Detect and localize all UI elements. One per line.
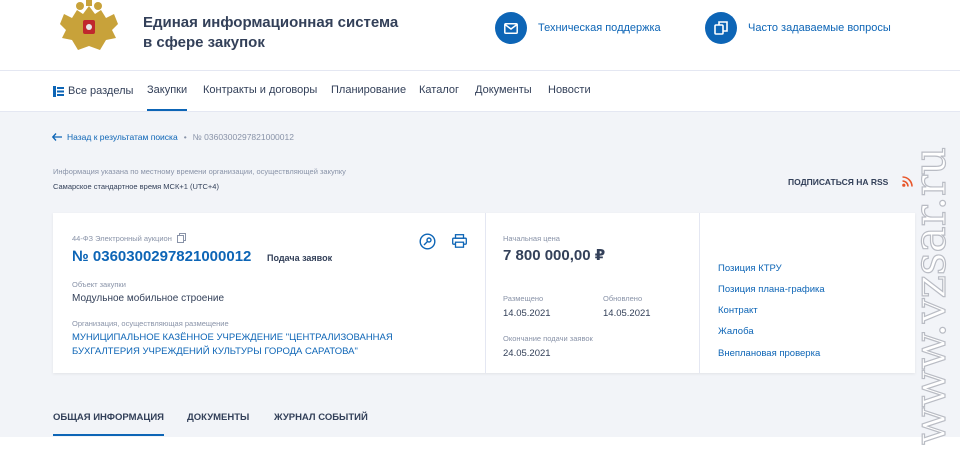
law-type: 44-ФЗ Электронный аукцион: [72, 233, 186, 243]
price-label: Начальная цена: [503, 234, 560, 243]
unscheduled-inspection-link[interactable]: Внеплановая проверка: [718, 348, 820, 359]
faq-button[interactable]: Часто задаваемые вопросы: [705, 12, 891, 44]
faq-label: Часто задаваемые вопросы: [748, 22, 891, 34]
contract-link[interactable]: Контракт: [718, 305, 758, 316]
system-title: Единая информационная система в сфере за…: [143, 13, 403, 53]
tab-event-log[interactable]: ЖУРНАЛ СОБЫТИЙ: [274, 412, 368, 436]
site-header: Единая информационная система в сфере за…: [0, 0, 960, 70]
tab-general-info[interactable]: ОБЩАЯ ИНФОРМАЦИЯ: [53, 412, 164, 436]
price-value: 7 800 000,00 ₽: [503, 247, 606, 264]
complaint-link[interactable]: Жалоба: [718, 326, 754, 337]
nav-all-sections-label: Все разделы: [68, 85, 134, 97]
ktru-position-link[interactable]: Позиция КТРУ: [718, 263, 782, 274]
object-value: Модульное мобильное строение: [72, 293, 225, 304]
coat-of-arms-logo[interactable]: [50, 0, 128, 52]
sections-icon: [53, 85, 64, 97]
rss-subscribe-link[interactable]: ПОДПИСАТЬСЯ НА RSS: [788, 176, 914, 187]
purchase-main-info: 44-ФЗ Электронный аукцион № 036030029782…: [53, 213, 486, 373]
back-to-results-link[interactable]: Назад к результатам поиска: [52, 132, 178, 142]
breadcrumb-separator: •: [183, 132, 187, 142]
content-area-bottom: [0, 437, 960, 461]
back-label: Назад к результатам поиска: [67, 132, 178, 142]
breadcrumb: Назад к результатам поиска • № 036030029…: [52, 132, 294, 142]
law-type-label: 44-ФЗ Электронный аукцион: [72, 233, 172, 243]
price-and-dates: Начальная цена 7 800 000,00 ₽ Размещено …: [485, 213, 700, 373]
nav-news[interactable]: Новости: [548, 71, 591, 111]
support-label: Техническая поддержка: [538, 22, 661, 34]
purchase-stage: Подача заявок: [267, 253, 333, 263]
object-label: Объект закупки: [72, 280, 126, 289]
watermark: www.vzsar.ru: [905, 146, 955, 445]
nav-all-sections[interactable]: Все разделы: [53, 71, 133, 111]
organization-link[interactable]: МУНИЦИПАЛЬНОЕ КАЗЁННОЕ УЧРЕЖДЕНИЕ "ЦЕНТР…: [72, 331, 412, 359]
registry-number-link[interactable]: № 0360300297821000012: [72, 248, 251, 265]
organization-label: Организация, осуществляющая размещение: [72, 319, 229, 328]
system-title-line2: в сфере закупок: [143, 34, 265, 51]
posted-label: Размещено: [503, 294, 544, 303]
nav-contracts[interactable]: Контракты и договоры: [203, 71, 317, 111]
breadcrumb-current: № 0360300297821000012: [192, 132, 294, 142]
timezone-note: Информация указана по местному времени о…: [53, 167, 346, 176]
nav-planning[interactable]: Планирование: [331, 71, 406, 111]
deadline-value: 24.05.2021: [503, 348, 551, 359]
watermark-text: www.vzsar.ru: [905, 147, 955, 445]
timezone-value: Самарское стандартное время МСК+1 (UTC+4…: [53, 182, 219, 191]
main-nav: Все разделы Закупки Контракты и договоры…: [0, 70, 960, 112]
updated-label: Обновлено: [603, 294, 643, 303]
print-icon: [451, 234, 467, 248]
deadline-label: Окончание подачи заявок: [503, 334, 593, 343]
plan-schedule-position-link[interactable]: Позиция плана-графика: [718, 284, 825, 295]
posted-value: 14.05.2021: [503, 308, 551, 319]
updated-value: 14.05.2021: [603, 308, 651, 319]
rss-label: ПОДПИСАТЬСЯ НА RSS: [788, 176, 889, 187]
related-links: Позиция КТРУ Позиция плана-графика Контр…: [699, 213, 915, 373]
mail-icon: [495, 12, 527, 44]
nav-purchases[interactable]: Закупки: [147, 71, 188, 111]
print-button[interactable]: [450, 232, 468, 250]
key-search-icon: [418, 232, 436, 250]
copy-icon[interactable]: [176, 233, 186, 243]
arrow-left-icon: [52, 133, 62, 141]
search-key-button[interactable]: [418, 232, 436, 250]
tab-documents[interactable]: ДОКУМЕНТЫ: [187, 412, 249, 436]
purchase-card: 44-ФЗ Электронный аукцион № 036030029782…: [53, 213, 915, 373]
nav-documents[interactable]: Документы: [475, 71, 532, 111]
nav-catalog[interactable]: Каталог: [419, 71, 459, 111]
copy-docs-icon: [705, 12, 737, 44]
support-button[interactable]: Техническая поддержка: [495, 12, 661, 44]
system-title-line1: Единая информационная система: [143, 14, 399, 31]
main-content: Назад к результатам поиска • № 036030029…: [0, 112, 960, 461]
